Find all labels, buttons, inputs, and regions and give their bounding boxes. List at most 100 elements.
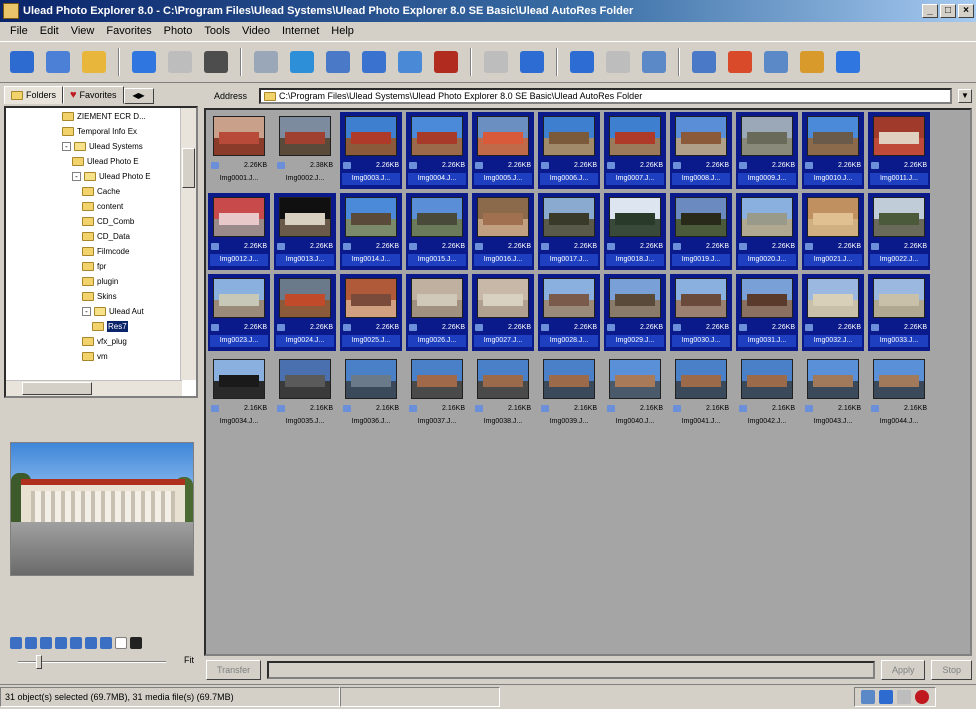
thumbnail[interactable]: 2.26KB Img0027.J... xyxy=(472,274,534,351)
flip-button[interactable] xyxy=(602,46,634,78)
tree-item[interactable]: content xyxy=(82,201,123,212)
thumbnail[interactable]: 2.26KB Img0014.J... xyxy=(340,193,402,270)
thumbnail[interactable]: 2.26KB Img0028.J... xyxy=(538,274,600,351)
thumbnail[interactable]: 2.26KB Img0008.J... xyxy=(670,112,732,189)
thumbnail[interactable]: 2.16KB Img0034.J... xyxy=(208,355,270,432)
forward-arrow-button[interactable] xyxy=(164,46,196,78)
tree-item[interactable]: plugin xyxy=(82,276,118,287)
folder-tree[interactable]: vm vfx_plug Res7 - Ulead Aut Skins plugin fpr Fi… xyxy=(4,106,198,398)
tree-collapse-toggle[interactable]: - xyxy=(62,142,71,151)
thumbnail[interactable]: 2.16KB Img0037.J... xyxy=(406,355,468,432)
thumbnail[interactable]: 2.26KB Img0021.J... xyxy=(802,193,864,270)
tray-icon-4[interactable] xyxy=(915,690,929,704)
menu-video[interactable]: Video xyxy=(236,25,276,37)
thumbnail[interactable]: 2.26KB Img0015.J... xyxy=(406,193,468,270)
view-fullscreen-icon[interactable] xyxy=(70,637,82,649)
zoom-slider[interactable]: Fit xyxy=(10,654,200,670)
acquire-button[interactable] xyxy=(286,46,318,78)
thumbnail[interactable]: 2.26KB Img0016.J... xyxy=(472,193,534,270)
back-arrow-button[interactable] xyxy=(128,46,160,78)
thumbnail[interactable]: 2.26KB Img0030.J... xyxy=(670,274,732,351)
thumbnail[interactable]: 2.16KB Img0039.J... xyxy=(538,355,600,432)
address-input[interactable]: C:\Program Files\Ulead Systems\Ulead Pho… xyxy=(259,88,952,104)
thumbnail[interactable]: 2.26KB Img0029.J... xyxy=(604,274,666,351)
tree-item[interactable]: - Ulead Aut xyxy=(82,306,144,317)
thumbnail[interactable]: 2.16KB Img0038.J... xyxy=(472,355,534,432)
close-button[interactable]: × xyxy=(958,4,974,18)
help-button[interactable] xyxy=(832,46,864,78)
actual-size-icon[interactable] xyxy=(40,637,52,649)
minimize-button[interactable]: _ xyxy=(922,4,938,18)
magic-wand-button[interactable] xyxy=(480,46,512,78)
tree-item[interactable]: vm xyxy=(82,351,108,362)
tab-scroll-button[interactable]: ◀▶ xyxy=(123,88,154,104)
stop-button[interactable]: Stop xyxy=(931,660,972,680)
zoom-thumb[interactable] xyxy=(36,655,42,669)
play-icon[interactable] xyxy=(130,637,142,649)
page-icon[interactable] xyxy=(115,637,127,649)
thumbnail[interactable]: 2.26KB Img0005.J... xyxy=(472,112,534,189)
thumbnail[interactable]: 2.26KB Img0022.J... xyxy=(868,193,930,270)
thumbnail[interactable]: 2.26KB Img0010.J... xyxy=(802,112,864,189)
slideshow-button[interactable] xyxy=(358,46,390,78)
scanner-button[interactable] xyxy=(250,46,282,78)
rotate-right-icon[interactable] xyxy=(100,637,112,649)
thumbnail[interactable]: 2.26KB Img0003.J... xyxy=(340,112,402,189)
thumbnail[interactable]: 2.26KB Img0026.J... xyxy=(406,274,468,351)
tree-item[interactable]: Res7 xyxy=(92,321,128,332)
tree-horizontal-scrollbar[interactable] xyxy=(6,380,182,396)
tray-icon-2[interactable] xyxy=(879,690,893,704)
thumbnail[interactable]: 2.26KB Img0011.J... xyxy=(868,112,930,189)
tree-item[interactable]: fpr xyxy=(82,261,106,272)
tab-folders[interactable]: Folders xyxy=(4,86,64,104)
tray-icon-1[interactable] xyxy=(861,690,875,704)
title-bar[interactable]: Ulead Photo Explorer 8.0 - C:\Program Fi… xyxy=(0,0,976,22)
thumbnail[interactable]: 2.26KB Img0032.J... xyxy=(802,274,864,351)
thumbnail[interactable]: 2.16KB Img0042.J... xyxy=(736,355,798,432)
thumbnail[interactable]: 2.26KB Img0018.J... xyxy=(604,193,666,270)
photo-edit-button[interactable] xyxy=(322,46,354,78)
calendar-button[interactable] xyxy=(724,46,756,78)
thumbnail[interactable]: 2.16KB Img0040.J... xyxy=(604,355,666,432)
tree-collapse-toggle[interactable]: - xyxy=(72,172,81,181)
thumbnail[interactable]: 2.26KB Img0006.J... xyxy=(538,112,600,189)
tree-vertical-scroll-thumb[interactable] xyxy=(182,148,195,188)
thumbnail[interactable]: 2.26KB Img0012.J... xyxy=(208,193,270,270)
fit-window-icon[interactable] xyxy=(55,637,67,649)
tree-item[interactable]: Temporal Info Ex xyxy=(62,126,137,137)
tree-item[interactable]: Ulead Photo E xyxy=(72,156,139,167)
thumbnail-area[interactable]: 2.26KB Img0001.J... 2.38KB Img0002.J... 2.26… xyxy=(204,108,972,656)
thumbnail-view-button[interactable] xyxy=(6,46,38,78)
thumbnail[interactable]: 2.16KB Img0035.J... xyxy=(274,355,336,432)
tray-icon-3[interactable] xyxy=(897,690,911,704)
thumbnail[interactable]: 2.26KB Img0024.J... xyxy=(274,274,336,351)
address-dropdown-button[interactable]: ▼ xyxy=(958,89,972,103)
menu-tools[interactable]: Tools xyxy=(198,25,236,37)
thumbnail[interactable]: 2.16KB Img0044.J... xyxy=(868,355,930,432)
apply-button[interactable]: Apply xyxy=(880,660,926,680)
thumbnail[interactable]: 2.26KB Img0009.J... xyxy=(736,112,798,189)
red-eye-button[interactable] xyxy=(430,46,462,78)
rotate-left-icon[interactable] xyxy=(85,637,97,649)
tree-horizontal-scroll-thumb[interactable] xyxy=(22,382,92,395)
menu-view[interactable]: View xyxy=(65,25,101,37)
zoom-out-icon[interactable] xyxy=(25,637,37,649)
tree-item[interactable]: Skins xyxy=(82,291,117,302)
menu-edit[interactable]: Edit xyxy=(34,25,65,37)
maximize-button[interactable]: □ xyxy=(940,4,956,18)
thumbnail[interactable]: 2.26KB Img0007.J... xyxy=(604,112,666,189)
menu-help[interactable]: Help xyxy=(325,25,360,37)
tree-item[interactable]: CD_Comb xyxy=(82,216,134,227)
tree-item[interactable]: vfx_plug xyxy=(82,336,127,347)
tree-item[interactable]: - Ulead Photo E xyxy=(72,171,151,182)
thumbnail[interactable]: 2.26KB Img0023.J... xyxy=(208,274,270,351)
tree-item[interactable]: Filmcode xyxy=(82,246,129,257)
email-button[interactable] xyxy=(760,46,792,78)
camera-button[interactable] xyxy=(200,46,232,78)
menu-photo[interactable]: Photo xyxy=(158,25,199,37)
tab-favorites[interactable]: ♥ Favorites xyxy=(63,86,124,104)
web-album-button[interactable] xyxy=(796,46,828,78)
folder-up-button[interactable] xyxy=(78,46,110,78)
menu-internet[interactable]: Internet xyxy=(276,25,325,37)
menu-favorites[interactable]: Favorites xyxy=(100,25,157,37)
